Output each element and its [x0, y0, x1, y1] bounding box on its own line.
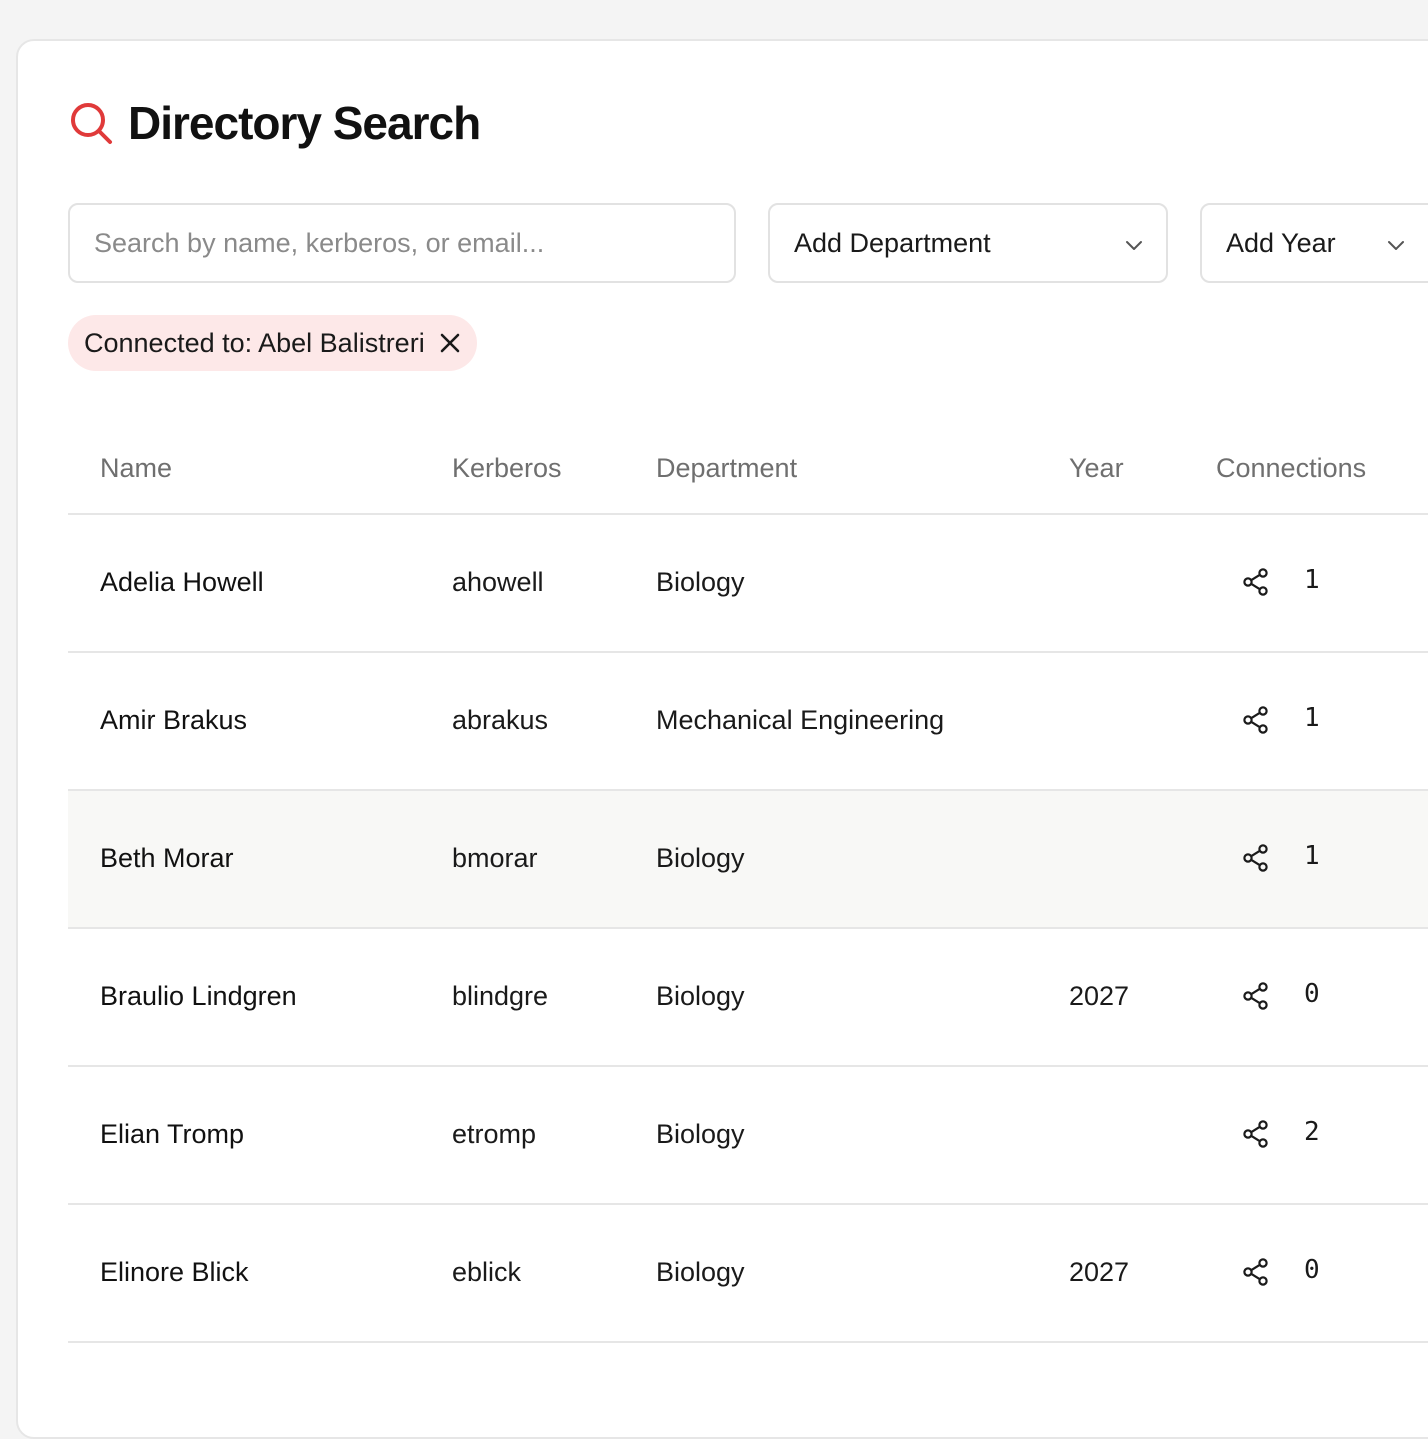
cell-name: Amir Brakus	[100, 705, 248, 735]
cell-kerberos: eblick	[452, 1257, 522, 1287]
share-icon[interactable]	[1241, 1257, 1271, 1287]
department-dropdown-label: Add Department	[794, 227, 991, 258]
connected-filter-chip: Connected to: Abel Balistreri	[68, 315, 477, 371]
cell-department: Biology	[656, 1257, 745, 1287]
share-icon[interactable]	[1241, 843, 1271, 873]
table-header: Name Kerberos Department Year Connection…	[68, 427, 1428, 515]
year-dropdown-label: Add Year	[1226, 227, 1336, 258]
cell-connections: 0	[1304, 979, 1320, 1009]
cell-department: Biology	[656, 567, 745, 597]
chip-label: Connected to: Abel Balistreri	[84, 327, 425, 358]
search-icon	[71, 103, 112, 144]
cell-year: 2027	[1069, 1257, 1130, 1287]
page-title: Directory Search	[128, 97, 481, 149]
cell-connections: 1	[1304, 841, 1320, 871]
cell-department: Biology	[656, 1119, 745, 1149]
table-row[interactable]: Adelia Howell ahowell Biology 1	[68, 515, 1428, 653]
column-header-department[interactable]: Department	[656, 453, 797, 484]
directory-card: Directory Search Add Department Add Year…	[16, 39, 1428, 1439]
cell-kerberos: etromp	[452, 1119, 537, 1149]
table-row[interactable]: Elinore Blick eblick Biology 2027 0	[68, 1205, 1428, 1343]
cell-kerberos: blindgre	[452, 981, 549, 1011]
table-row[interactable]: Amir Brakus abrakus Mechanical Engineeri…	[68, 653, 1428, 791]
cell-kerberos: ahowell	[452, 567, 544, 597]
table-row[interactable]: Beth Morar bmorar Biology 1	[68, 791, 1428, 929]
share-icon[interactable]	[1241, 705, 1271, 735]
share-icon[interactable]	[1241, 567, 1271, 597]
cell-connections: 1	[1304, 565, 1320, 595]
cell-year: 2027	[1069, 981, 1130, 1011]
cell-kerberos: abrakus	[452, 705, 549, 735]
cell-department: Mechanical Engineering	[656, 705, 945, 735]
chevron-down-icon	[1388, 241, 1404, 250]
department-dropdown[interactable]: Add Department	[768, 203, 1168, 283]
column-header-connections[interactable]: Connections	[1216, 453, 1366, 484]
share-icon[interactable]	[1241, 981, 1271, 1011]
cell-name: Elinore Blick	[100, 1257, 249, 1287]
cell-department: Biology	[656, 843, 745, 873]
close-icon[interactable]	[439, 332, 461, 354]
cell-department: Biology	[656, 981, 745, 1011]
share-icon[interactable]	[1241, 1119, 1271, 1149]
column-header-year[interactable]: Year	[1069, 453, 1124, 484]
cell-name: Adelia Howell	[100, 567, 264, 597]
year-dropdown[interactable]: Add Year	[1200, 203, 1428, 283]
cell-connections: 1	[1304, 703, 1320, 733]
chevron-down-icon	[1126, 241, 1142, 250]
table-row[interactable]: Elian Tromp etromp Biology 2	[68, 1067, 1428, 1205]
cell-name: Elian Tromp	[100, 1119, 245, 1149]
column-header-name[interactable]: Name	[100, 453, 172, 484]
cell-connections: 0	[1304, 1255, 1320, 1285]
table-row[interactable]: Braulio Lindgren blindgre Biology 2027 0	[68, 929, 1428, 1067]
search-input[interactable]	[68, 203, 736, 283]
cell-kerberos: bmorar	[452, 843, 538, 873]
directory-table: Name Kerberos Department Year Connection…	[68, 427, 1428, 1343]
cell-connections: 2	[1304, 1117, 1320, 1147]
column-header-kerberos[interactable]: Kerberos	[452, 453, 562, 484]
cell-name: Beth Morar	[100, 843, 234, 873]
page-header: Directory Search	[68, 97, 481, 149]
cell-name: Braulio Lindgren	[100, 981, 297, 1011]
